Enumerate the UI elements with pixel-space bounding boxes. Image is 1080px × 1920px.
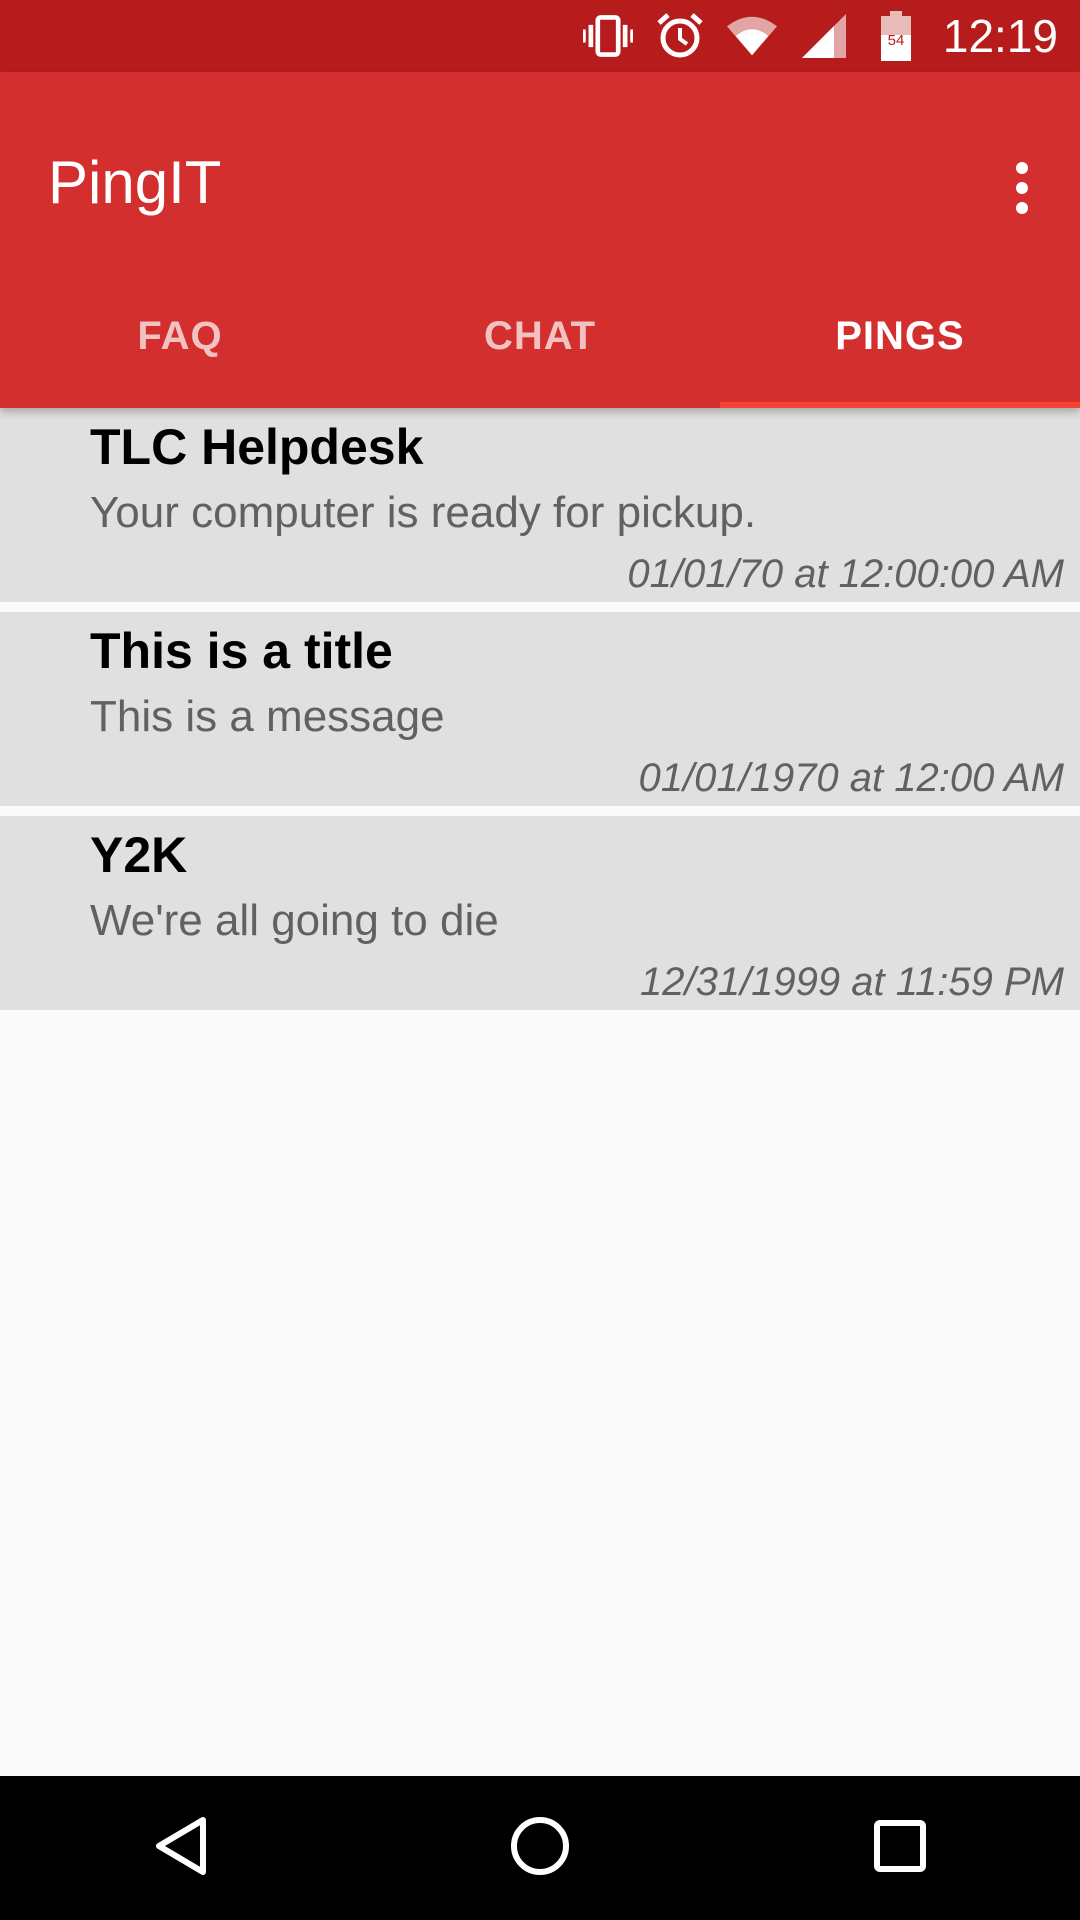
ping-title: This is a title — [90, 623, 393, 679]
list-item[interactable]: This is a title This is a message 01/01/… — [0, 612, 1080, 806]
ping-message: Your computer is ready for pickup. — [90, 488, 757, 537]
signal-icon — [799, 11, 849, 61]
status-time: 12:19 — [942, 10, 1058, 62]
tab-faq[interactable]: FAQ — [0, 264, 360, 408]
home-icon — [510, 1816, 570, 1881]
ping-date: 12/31/1999 at 11:59 PM — [639, 960, 1064, 1004]
overflow-menu-button[interactable] — [986, 148, 1058, 232]
tab-chat[interactable]: CHAT — [360, 264, 720, 408]
ping-title: Y2K — [90, 827, 188, 883]
ping-title: TLC Helpdesk — [90, 419, 424, 475]
app-bar: PingIT FAQ CHAT PINGS — [0, 72, 1080, 408]
more-vert-icon — [1012, 161, 1032, 219]
ping-message: This is a message — [90, 692, 445, 741]
navigation-bar — [0, 1776, 1080, 1920]
back-button[interactable] — [120, 1788, 240, 1908]
ping-date: 01/01/70 at 12:00:00 AM — [627, 552, 1064, 596]
back-icon — [153, 1816, 207, 1881]
tab-pings[interactable]: PINGS — [720, 264, 1080, 408]
list-item[interactable]: Y2K We're all going to die 12/31/1999 at… — [0, 816, 1080, 1010]
list-item[interactable]: TLC Helpdesk Your computer is ready for … — [0, 408, 1080, 602]
recents-icon — [873, 1819, 927, 1878]
status-icons: 54 12:19 — [561, 0, 1058, 72]
home-button[interactable] — [480, 1788, 600, 1908]
vibrate-icon — [582, 11, 633, 61]
recents-button[interactable] — [840, 1788, 960, 1908]
ping-date: 01/01/1970 at 12:00 AM — [638, 756, 1064, 800]
app-title: PingIT — [48, 149, 222, 216]
alarm-icon — [655, 11, 705, 61]
tab-bar: FAQ CHAT PINGS — [0, 264, 1080, 408]
battery-icon: 54 — [871, 11, 921, 61]
ping-message: We're all going to die — [90, 896, 499, 945]
ping-list: TLC Helpdesk Your computer is ready for … — [0, 408, 1080, 1020]
wifi-icon — [726, 11, 777, 61]
status-bar: 54 12:19 — [0, 0, 1080, 72]
svg-text:54: 54 — [888, 32, 905, 49]
